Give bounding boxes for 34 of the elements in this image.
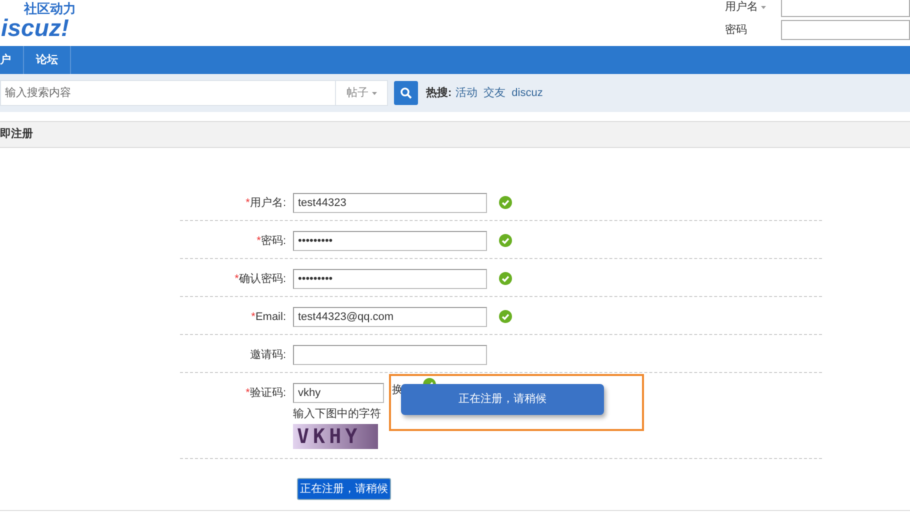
submit-button[interactable]: 正在注册，请稍候 [297, 478, 391, 500]
captcha-field[interactable]: vkhy [293, 383, 384, 403]
password-label: 密码 [725, 22, 748, 38]
section-title: 即注册 [0, 126, 33, 142]
loading-toast: 正在注册，请稍候 [401, 384, 604, 415]
logo-tagline: 社区动力 [22, 1, 76, 16]
input-field[interactable]: test44323 [293, 193, 487, 213]
password-field[interactable] [781, 20, 910, 40]
input-field[interactable]: test44323@qq.com [293, 307, 487, 327]
field-label: *用户名: [244, 196, 287, 211]
input-field[interactable] [293, 345, 487, 365]
field-label: *确认密码: [234, 272, 287, 287]
hot-search-link[interactable]: 活动 [456, 84, 478, 102]
refresh-captcha-link[interactable]: 换 [392, 383, 403, 397]
search-button[interactable] [394, 81, 418, 105]
captcha-image: VKHY [293, 424, 378, 448]
captcha-hint: 输入下图中的字符 [293, 406, 382, 422]
field-label: *Email: [250, 310, 287, 325]
field-label: *验证码: [244, 386, 287, 401]
search-scope-dropdown[interactable]: 帖子 [336, 80, 388, 106]
caret-icon [372, 92, 376, 94]
search-field[interactable]: 输入搜索内容 [0, 80, 336, 106]
hot-search-link[interactable]: discuz [512, 84, 543, 102]
username-label[interactable]: 用户名 [725, 0, 758, 14]
logo-wordmark: iscuz! [0, 16, 70, 42]
field-label: *密码: [256, 234, 287, 249]
input-field[interactable]: ••••••••• [293, 269, 487, 289]
hot-search-link[interactable]: 交友 [484, 84, 506, 102]
search-icon [400, 87, 412, 99]
caret-icon [761, 6, 766, 8]
username-field[interactable] [781, 0, 910, 17]
input-field[interactable]: ••••••••• [293, 231, 487, 251]
field-label: 邀请码: [248, 348, 287, 363]
hot-search-label: 热搜: [426, 86, 452, 101]
